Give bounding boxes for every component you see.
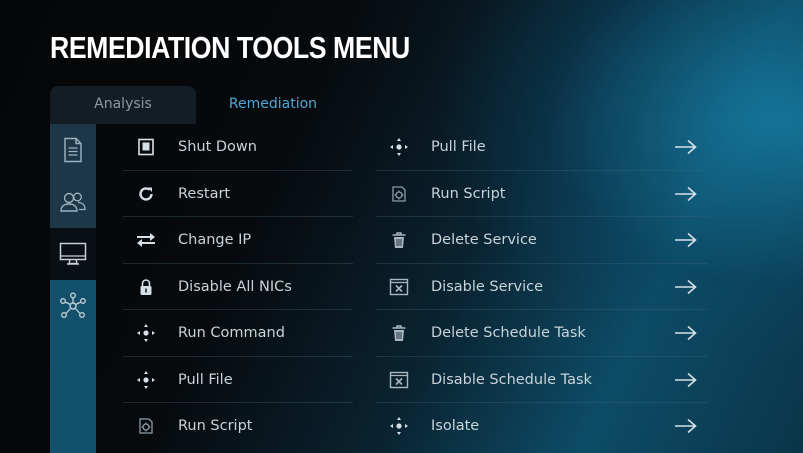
arrow-right-icon[interactable] (674, 325, 698, 341)
action-change-ip[interactable]: Change IP (123, 217, 353, 264)
sidebar-item-monitor[interactable] (50, 228, 96, 280)
action-label: Isolate (431, 418, 480, 435)
script-icon (388, 183, 410, 205)
action-delete-service[interactable]: Delete Service (376, 217, 708, 264)
action-disable-service[interactable]: Disable Service (376, 264, 708, 310)
arrow-right-icon[interactable] (674, 279, 698, 295)
arrow-right-icon[interactable] (674, 372, 698, 388)
arrow-right-icon[interactable] (674, 232, 698, 248)
lock-icon (135, 276, 157, 298)
sidebar (50, 124, 96, 453)
crosshair-icon (388, 136, 410, 158)
tab-bar: Analysis Remediation (50, 86, 370, 124)
arrow-right-icon[interactable] (674, 186, 698, 202)
action-delete-schedule-task[interactable]: Delete Schedule Task (376, 310, 708, 357)
action-label: Pull File (178, 371, 233, 388)
action-isolate[interactable]: Isolate (376, 403, 708, 450)
swap-arrows-icon (135, 229, 157, 251)
action-label: Disable Schedule Task (431, 371, 592, 388)
action-disable-all-nics[interactable]: Disable All NICs (123, 264, 353, 310)
action-label: Run Script (431, 185, 506, 202)
action-restart[interactable]: Restart (123, 171, 353, 217)
action-label: Disable All NICs (178, 278, 292, 295)
action-run-command[interactable]: Run Command (123, 310, 353, 357)
restart-icon (135, 183, 157, 205)
crosshair-icon (135, 369, 157, 391)
sidebar-item-network[interactable] (50, 280, 96, 332)
sidebar-item-users[interactable] (50, 176, 96, 228)
action-run-script[interactable]: Run Script (123, 403, 353, 450)
arrow-right-icon[interactable] (674, 139, 698, 155)
action-label: Delete Schedule Task (431, 325, 586, 342)
tab-remediation[interactable]: Remediation (198, 86, 348, 124)
left-action-list: Shut Down Restart Change IP Disable All … (123, 124, 353, 450)
document-icon (64, 137, 82, 163)
crosshair-icon (135, 322, 157, 344)
action-label: Change IP (178, 232, 252, 249)
sidebar-item-document[interactable] (50, 124, 96, 176)
action-label: Pull File (431, 139, 486, 156)
action-pull-file[interactable]: Pull File (123, 357, 353, 403)
action-label: Disable Service (431, 278, 543, 295)
script-icon (135, 415, 157, 437)
page-title: REMEDIATION TOOLS MENU (50, 30, 410, 65)
tab-analysis[interactable]: Analysis (50, 86, 196, 124)
disable-window-icon (388, 369, 410, 391)
power-box-icon (135, 136, 157, 158)
action-label: Delete Service (431, 232, 537, 249)
action-disable-schedule-task[interactable]: Disable Schedule Task (376, 357, 708, 403)
network-icon (60, 292, 86, 318)
trash-icon (388, 229, 410, 251)
disable-window-icon (388, 276, 410, 298)
monitor-icon (59, 242, 87, 265)
users-icon (60, 192, 86, 212)
right-action-list: Pull File Run Script Delete Service Disa… (376, 124, 708, 450)
action-label: Run Command (178, 325, 285, 342)
action-shut-down[interactable]: Shut Down (123, 124, 353, 171)
crosshair-icon (388, 415, 410, 437)
action-label: Run Script (178, 418, 253, 435)
arrow-right-icon[interactable] (674, 418, 698, 434)
trash-icon (388, 322, 410, 344)
action-pull-file[interactable]: Pull File (376, 124, 708, 171)
action-label: Shut Down (178, 139, 257, 156)
action-label: Restart (178, 185, 231, 202)
action-run-script[interactable]: Run Script (376, 171, 708, 217)
